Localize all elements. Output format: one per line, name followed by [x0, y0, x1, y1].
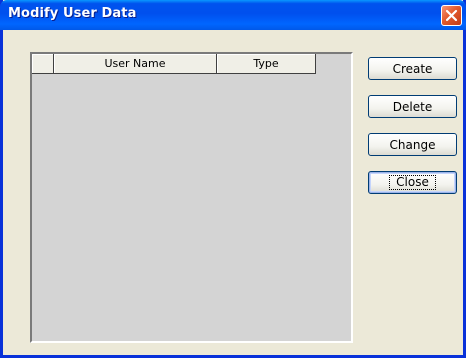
- column-header-type[interactable]: Type: [217, 54, 316, 74]
- title-bar[interactable]: Modify User Data: [0, 0, 466, 30]
- user-list[interactable]: User Name Type: [30, 52, 353, 343]
- close-icon: [445, 9, 458, 22]
- close-button-label: Close: [389, 175, 436, 190]
- modify-user-data-dialog: Modify User Data User Name Type Create D…: [0, 0, 466, 358]
- list-header: User Name Type: [32, 54, 316, 74]
- column-header-select[interactable]: [32, 54, 54, 74]
- create-button[interactable]: Create: [368, 57, 457, 80]
- window-title: Modify User Data: [8, 6, 137, 21]
- delete-button[interactable]: Delete: [368, 95, 457, 118]
- column-header-user-name[interactable]: User Name: [54, 54, 217, 74]
- window-close-button[interactable]: [441, 5, 462, 26]
- change-button[interactable]: Change: [368, 133, 457, 156]
- close-button[interactable]: Close: [368, 171, 457, 194]
